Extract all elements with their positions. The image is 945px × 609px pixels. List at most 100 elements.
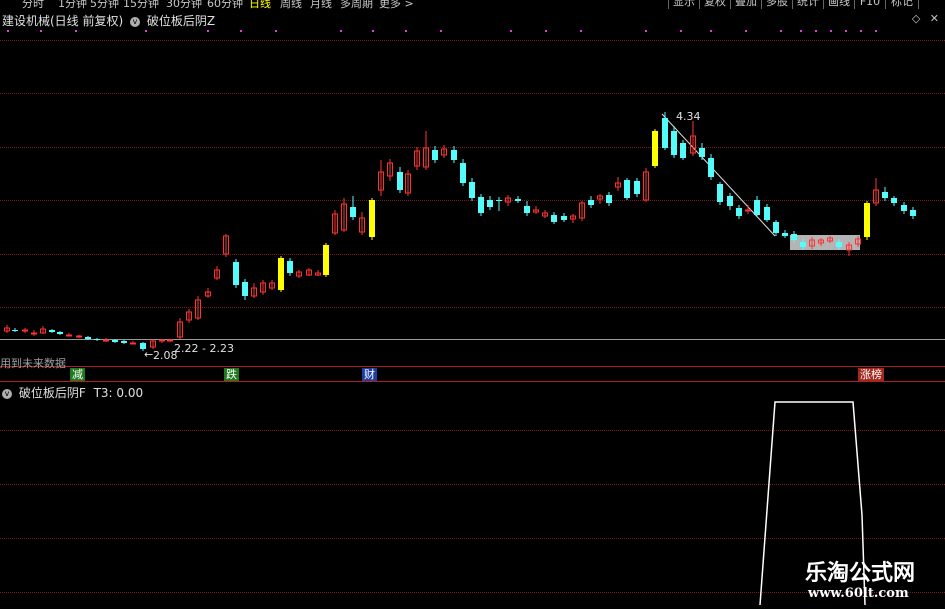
candle-body: [112, 340, 118, 342]
candle-body: [121, 341, 127, 343]
candle-body: [66, 334, 72, 337]
candle-body: [662, 118, 668, 148]
indicator-title[interactable]: 破位板后阴F: [19, 386, 86, 400]
candle-body: [791, 234, 797, 240]
candle-body: [901, 205, 907, 211]
candle-body: [515, 199, 521, 201]
candle-body: [287, 261, 293, 273]
candle-body: [323, 245, 329, 275]
signal-marker: [875, 30, 877, 32]
candle-body: [773, 222, 779, 233]
candle-body: [469, 182, 475, 198]
signal-marker: [860, 30, 862, 32]
candle-body: [85, 337, 91, 339]
candle-body: [745, 209, 751, 212]
candle-body: [76, 335, 82, 338]
signal-marker: [745, 30, 747, 32]
candle-body: [891, 198, 897, 203]
candle-body: [671, 131, 677, 155]
candle-body: [708, 158, 714, 177]
candle-body: [782, 233, 788, 236]
signal-marker: [340, 30, 342, 32]
candle-body: [699, 148, 705, 157]
price-range-label: 2.22 - 2.23: [174, 342, 234, 355]
candle-body: [57, 332, 63, 334]
signal-marker: [710, 30, 712, 32]
candle-body: [624, 180, 630, 198]
candle-body: [460, 163, 466, 183]
candle-body: [496, 200, 502, 201]
signal-marker: [207, 30, 209, 32]
candle-body: [397, 172, 403, 190]
signal-marker: [372, 30, 374, 32]
candle-body: [12, 330, 18, 331]
candle-body: [22, 329, 28, 332]
future-data-label: 用到未来数据: [0, 357, 66, 370]
candle-body: [864, 203, 870, 237]
watermark-url: www.60lt.com: [808, 586, 909, 601]
signal-marker: [830, 30, 832, 32]
candle-body: [606, 195, 612, 203]
badge-top-gainers[interactable]: 涨榜: [858, 368, 884, 381]
candle-body: [31, 332, 37, 335]
badge-fall[interactable]: 跌: [224, 368, 239, 381]
candle-body: [524, 206, 530, 213]
candle-body: [478, 197, 484, 213]
candle-body: [369, 200, 375, 237]
signal-marker: [405, 30, 407, 32]
signal-marker: [845, 30, 847, 32]
chevron-down-icon[interactable]: v: [2, 389, 12, 399]
candle-body: [487, 200, 493, 207]
candle-body: [350, 207, 356, 217]
signal-marker: [40, 30, 42, 32]
signal-marker: [240, 30, 242, 32]
signal-marker: [780, 30, 782, 32]
indicator-value: T3: 0.00: [93, 386, 144, 400]
candle-body: [159, 339, 165, 342]
candle-body: [754, 200, 760, 215]
candle-body: [882, 192, 888, 198]
signal-marker: [580, 30, 582, 32]
indicator-header: v 破位板后阴F T3: 0.00: [2, 384, 143, 401]
candle-body: [242, 282, 248, 296]
candle-body: [836, 242, 842, 247]
candle-body: [278, 258, 284, 290]
candle-body: [561, 216, 567, 220]
candle-body: [717, 184, 723, 202]
signal-marker: [275, 30, 277, 32]
signal-marker: [800, 30, 802, 32]
signal-marker: [680, 30, 682, 32]
signal-marker: [75, 30, 77, 32]
signal-marker: [7, 30, 9, 32]
candle-body: [634, 181, 640, 194]
candle-body: [167, 339, 173, 342]
candle-body: [451, 150, 457, 160]
signal-marker: [440, 30, 442, 32]
candle-body: [94, 339, 100, 340]
candle-body: [49, 330, 55, 332]
low-price-label-prefix: ←: [144, 348, 154, 361]
badge-finance[interactable]: 财: [362, 368, 377, 381]
candle-body: [551, 215, 557, 222]
signal-marker: [645, 30, 647, 32]
trend-line: [661, 113, 776, 237]
signal-marker: [145, 30, 147, 32]
candle-body: [727, 196, 733, 206]
candle-body: [233, 262, 239, 285]
candle-body: [103, 339, 109, 342]
candlestick-chart: [4, 30, 916, 606]
high-price-label: 4.34: [676, 110, 701, 123]
candle-body: [432, 150, 438, 160]
signal-marker: [545, 30, 547, 32]
watermark-title: 乐淘公式网: [805, 561, 916, 586]
candle-body: [588, 200, 594, 205]
candle-body: [800, 242, 806, 247]
badge-reduce[interactable]: 减: [70, 368, 85, 381]
candle-body: [736, 208, 742, 216]
candle-body: [764, 207, 770, 220]
candle-body: [910, 210, 916, 216]
candle-body: [652, 131, 658, 166]
signal-marker: [815, 30, 817, 32]
candle-body: [130, 342, 136, 345]
candle-body: [680, 143, 686, 158]
